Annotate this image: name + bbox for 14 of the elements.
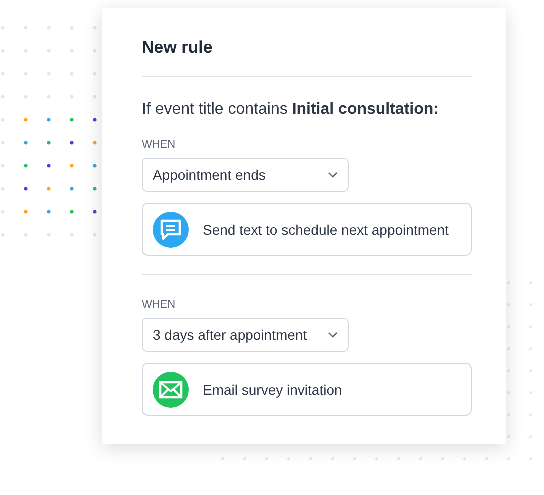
trigger-dropdown[interactable]: Appointment ends [142,158,349,192]
chevron-icon [328,332,338,338]
action-text: Email survey invitation [203,382,342,398]
action-card[interactable]: Email survey invitation [142,363,472,416]
chevron-icon [328,172,338,178]
when-label: WHEN [142,299,176,311]
action-text: Send text to schedule next appointment [203,222,449,238]
chat-icon [153,212,189,248]
when-label: WHEN [142,139,176,151]
trigger-dropdown[interactable]: 3 days after appointment [142,318,349,352]
action-card[interactable]: Send text to schedule next appointment [142,203,472,256]
condition-text: If event title contains Initial consultation: [142,101,440,119]
card-title: New rule [142,38,214,58]
envelope-icon [153,372,189,408]
